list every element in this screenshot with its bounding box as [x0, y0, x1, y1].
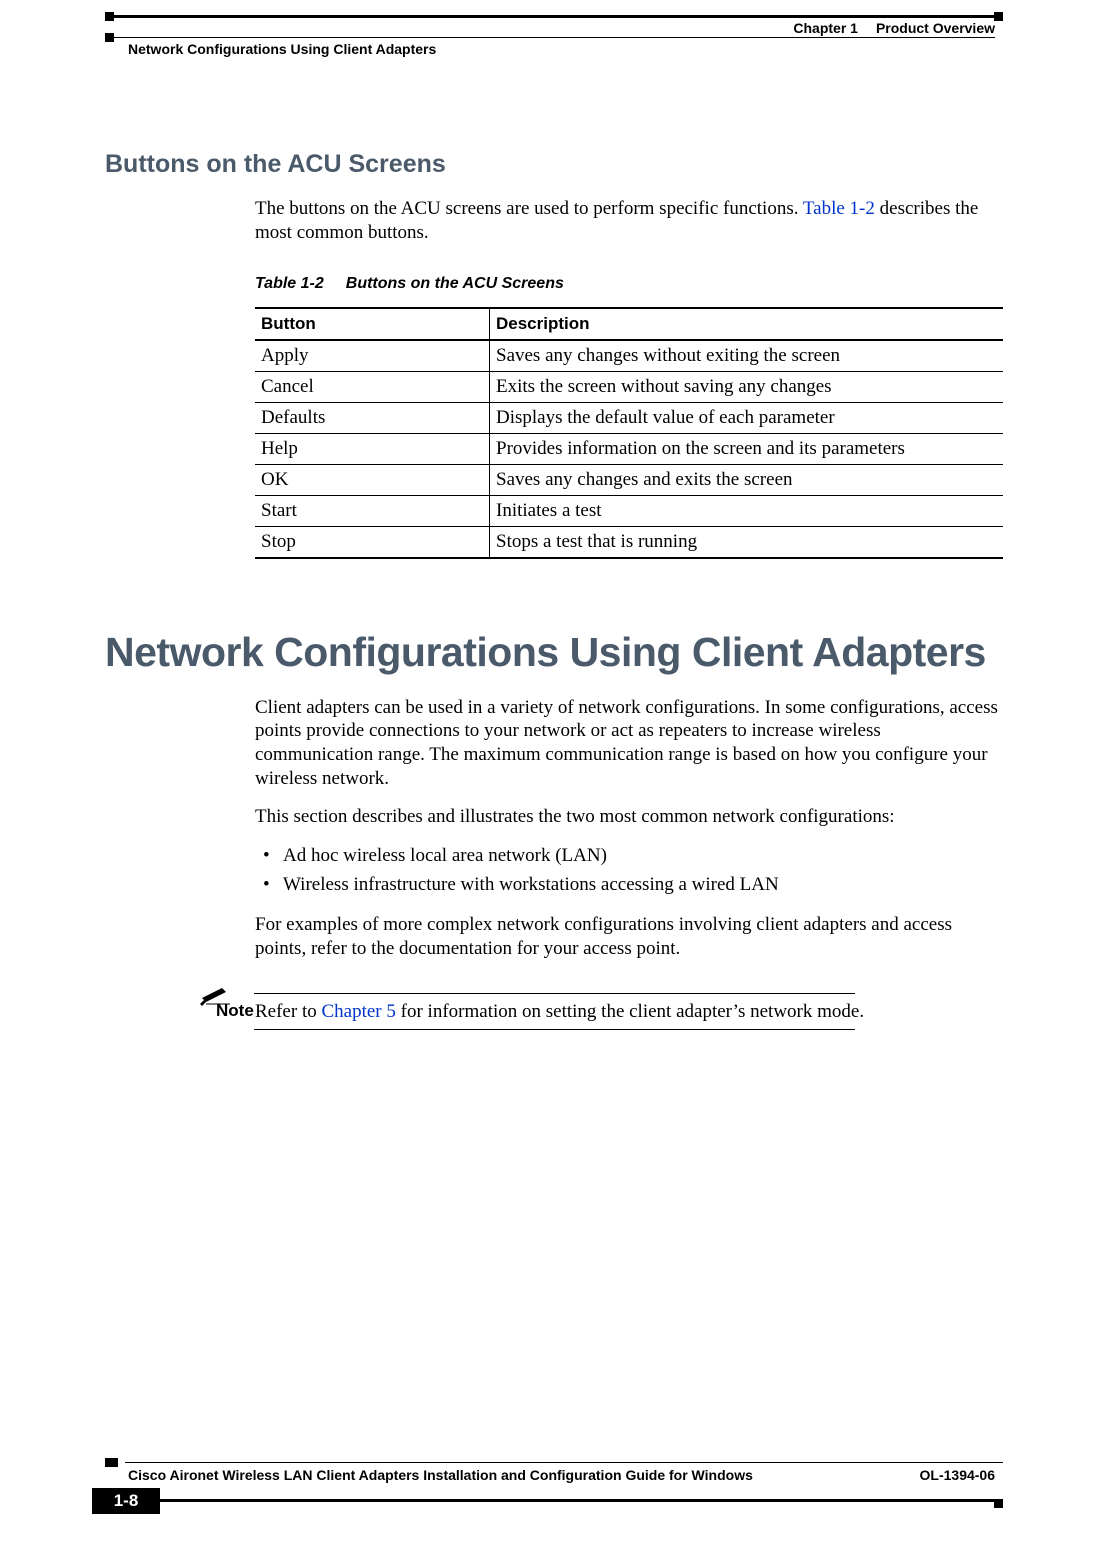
table-row: CancelExits the screen without saving an… [255, 371, 1003, 402]
cell-button: Defaults [255, 402, 490, 433]
content-area: Buttons on the ACU Screens The buttons o… [105, 150, 1003, 1047]
header-subrule-block [105, 33, 114, 42]
config-list: Ad hoc wireless local area network (LAN)… [255, 842, 1003, 899]
table-row: DefaultsDisplays the default value of ea… [255, 402, 1003, 433]
note-top-rule [254, 993, 855, 994]
header-subrule [113, 37, 995, 38]
intro-text-pre: The buttons on the ACU screens are used … [255, 198, 803, 219]
chapter-title: Product Overview [876, 20, 995, 36]
cell-button: OK [255, 464, 490, 495]
cell-desc: Provides information on the screen and i… [490, 433, 1004, 464]
col-button: Button [255, 308, 490, 340]
cell-desc: Saves any changes and exits the screen [490, 464, 1004, 495]
list-item: Wireless infrastructure with workstation… [283, 871, 1003, 900]
note-block: Note Refer to Chapter 5 for information … [200, 987, 1003, 1047]
note-text-post: for information on setting the client ad… [396, 1001, 864, 1022]
subsection-heading: Buttons on the ACU Screens [105, 150, 1003, 179]
cell-button: Start [255, 495, 490, 526]
col-description: Description [490, 308, 1004, 340]
table-row: ApplySaves any changes without exiting t… [255, 340, 1003, 372]
footer-doc-number: OL-1394-06 [920, 1467, 995, 1483]
cell-desc: Displays the default value of each param… [490, 402, 1004, 433]
buttons-table: Button Description ApplySaves any change… [255, 307, 1003, 559]
header-rule-block-left [105, 12, 114, 21]
table-row: StartInitiates a test [255, 495, 1003, 526]
cell-button: Help [255, 433, 490, 464]
table-title: Buttons on the ACU Screens [346, 275, 564, 292]
table-1-2-link[interactable]: Table 1-2 [803, 198, 875, 219]
list-item: Ad hoc wireless local area network (LAN) [283, 842, 1003, 871]
section2-p1: Client adapters can be used in a variety… [255, 696, 1003, 791]
footer-bar-block [994, 1499, 1003, 1508]
note-text: Refer to Chapter 5 for information on se… [255, 1001, 1003, 1023]
cell-desc: Stops a test that is running [490, 526, 1004, 558]
chapter-5-link[interactable]: Chapter 5 [321, 1001, 395, 1022]
header-rule-block-right [994, 12, 1003, 21]
table-number: Table 1-2 [255, 275, 324, 292]
cell-desc: Initiates a test [490, 495, 1004, 526]
section2-p3: For examples of more complex network con… [255, 913, 1003, 961]
cell-desc: Exits the screen without saving any chan… [490, 371, 1004, 402]
note-label: Note [216, 1001, 254, 1021]
note-bottom-rule [254, 1029, 855, 1030]
table-row: HelpProvides information on the screen a… [255, 433, 1003, 464]
cell-desc: Saves any changes without exiting the sc… [490, 340, 1004, 372]
section-heading: Network Configurations Using Client Adap… [105, 629, 1003, 676]
chapter-number: Chapter 1 [793, 20, 858, 36]
running-head-chapter: Chapter 1 Product Overview [793, 20, 995, 36]
footer-bar-rule [160, 1499, 1003, 1502]
section2-body: Client adapters can be used in a variety… [255, 696, 1003, 961]
running-head-section: Network Configurations Using Client Adap… [128, 41, 436, 57]
page-number: 1-8 [92, 1488, 160, 1514]
footer-rule-block [105, 1458, 118, 1467]
footer-guide-title: Cisco Aironet Wireless LAN Client Adapte… [128, 1467, 753, 1483]
table-header-row: Button Description [255, 308, 1003, 340]
intro-paragraph: The buttons on the ACU screens are used … [255, 197, 1003, 245]
header-rule [105, 15, 1003, 18]
note-text-pre: Refer to [255, 1001, 321, 1022]
cell-button: Stop [255, 526, 490, 558]
table-caption: Table 1-2 Buttons on the ACU Screens [255, 275, 1003, 293]
table-row: OKSaves any changes and exits the screen [255, 464, 1003, 495]
cell-button: Apply [255, 340, 490, 372]
cell-button: Cancel [255, 371, 490, 402]
table-row: StopStops a test that is running [255, 526, 1003, 558]
section2-p2: This section describes and illustrates t… [255, 805, 1003, 829]
footer-rule [125, 1462, 1003, 1463]
page: Chapter 1 Product Overview Network Config… [0, 0, 1095, 1549]
